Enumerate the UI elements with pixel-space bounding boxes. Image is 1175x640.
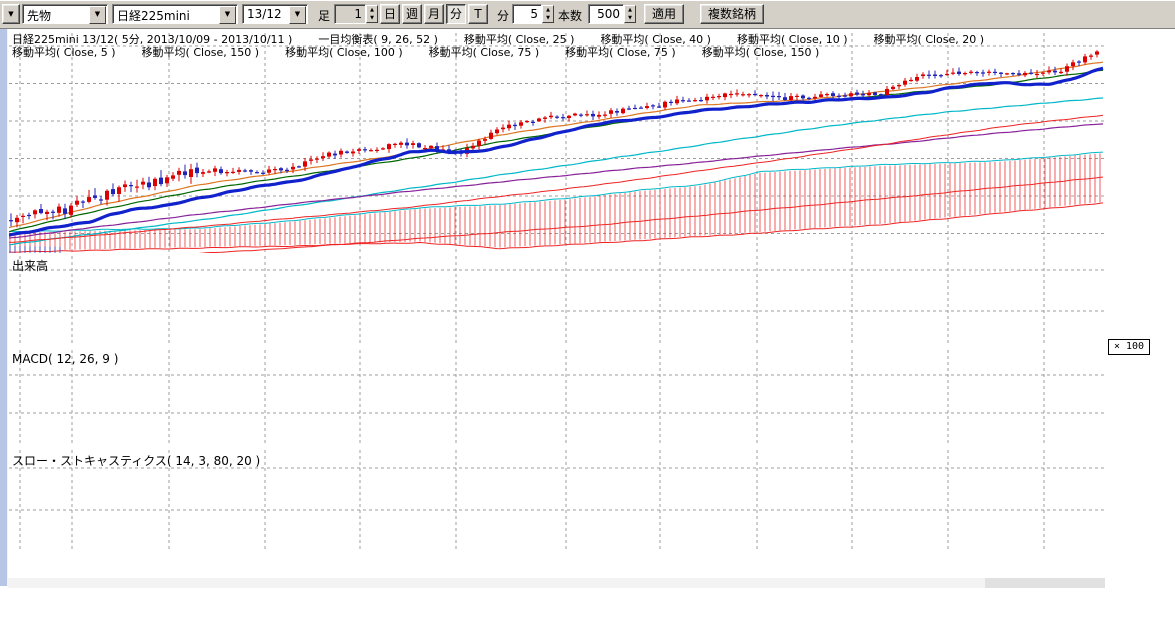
period-day-button[interactable]: 日 xyxy=(380,4,400,24)
bar-type-label: 足 xyxy=(318,7,330,24)
bar-count-label: 本数 xyxy=(558,7,582,24)
chevron-down-icon[interactable]: ▼ xyxy=(219,6,236,24)
bar-count-input[interactable]: 500 xyxy=(588,4,624,24)
volume-panel-canvas xyxy=(9,256,1105,346)
legend-ma-20: 移動平均( Close, 20 ) xyxy=(874,33,985,46)
apply-button[interactable]: 適用 xyxy=(644,4,684,24)
period-minute-button[interactable]: 分 xyxy=(446,4,466,24)
bar-interval-input[interactable]: 1 xyxy=(334,4,366,24)
minute-label: 分 xyxy=(497,7,509,24)
stoch-panel-label: スロー・ストキャスティクス( 14, 3, 80, 20 ) xyxy=(12,452,260,469)
mini-dropdown-button[interactable]: ▼ xyxy=(2,4,20,24)
legend-ma-5: 移動平均( Close, 5 ) xyxy=(12,46,116,59)
legend-ma-75b: 移動平均( Close, 75 ) xyxy=(565,46,676,59)
legend-row-2: 移動平均( Close, 5 ) 移動平均( Close, 150 ) 移動平均( … xyxy=(12,44,845,60)
chevron-down-icon[interactable]: ▼ xyxy=(89,6,106,24)
volume-panel-label: 出来高 xyxy=(12,257,48,274)
scrollbar-thumb[interactable] xyxy=(985,578,1105,588)
chevron-down-icon[interactable]: ▼ xyxy=(289,6,306,24)
bar-interval-spinner[interactable]: ▲▼ xyxy=(366,5,378,23)
legend-ma-100: 移動平均( Close, 100 ) xyxy=(285,46,403,59)
multi-symbol-button[interactable]: 複数銘柄 xyxy=(700,4,764,24)
minute-value-input[interactable]: 5 xyxy=(512,4,542,24)
period-month-button[interactable]: 月 xyxy=(424,4,444,24)
volume-unit-box: × 100 xyxy=(1108,339,1150,355)
horizontal-scrollbar[interactable] xyxy=(8,578,1105,588)
toolbar: ▼ 先物 ▼ 日経225mini ▼ 13/12 ▼ 足 1 ▲▼ 日 週 月 … xyxy=(0,0,1175,29)
left-frame-strip xyxy=(0,28,8,586)
legend-ma-75: 移動平均( Close, 75 ) xyxy=(429,46,540,59)
period-tick-button[interactable]: T xyxy=(468,4,488,24)
chart-canvas xyxy=(0,0,1175,640)
legend-ma-150: 移動平均( Close, 150 ) xyxy=(142,46,260,59)
chevron-down-icon: ▼ xyxy=(8,10,13,18)
contract-month-select[interactable]: 13/12 ▼ xyxy=(242,4,308,24)
symbol-select[interactable]: 日経225mini ▼ xyxy=(112,4,238,24)
legend-ma-150b: 移動平均( Close, 150 ) xyxy=(702,46,820,59)
bar-count-spinner[interactable]: ▲▼ xyxy=(624,5,636,23)
symbol-select-value: 日経225mini xyxy=(117,7,190,24)
minute-value-spinner[interactable]: ▲▼ xyxy=(542,5,554,23)
price-panel-canvas xyxy=(8,33,1105,265)
period-week-button[interactable]: 週 xyxy=(402,4,422,24)
contract-month-value: 13/12 xyxy=(247,7,282,21)
instrument-select[interactable]: 先物 ▼ xyxy=(22,4,108,24)
macd-panel-label: MACD( 12, 26, 9 ) xyxy=(12,352,118,366)
instrument-select-value: 先物 xyxy=(27,7,51,24)
macd-panel-canvas xyxy=(9,350,1105,446)
